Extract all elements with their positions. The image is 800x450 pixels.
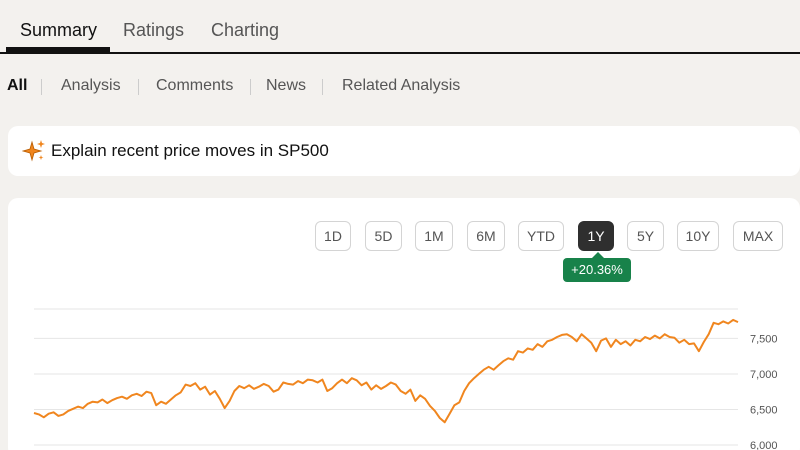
active-tab-indicator (6, 47, 110, 53)
sparkle-icon (22, 140, 45, 162)
range-button-5d[interactable]: 5D (365, 221, 402, 251)
y-tick-label: 7,000 (750, 369, 778, 381)
subnav-divider (41, 79, 42, 95)
price-line-chart[interactable]: 7,500 7,000 6,500 6,000 (0, 290, 800, 450)
price-change-badge: +20.36% (563, 252, 631, 282)
tab-charting[interactable]: Charting (211, 20, 279, 53)
range-button-1d[interactable]: 1D (315, 221, 351, 251)
y-tick-label: 6,500 (750, 404, 778, 416)
range-button-5y[interactable]: 5Y (627, 221, 664, 251)
sub-navigation: All Analysis Comments News Related Analy… (0, 77, 800, 97)
subnav-all[interactable]: All (7, 77, 27, 95)
explain-prompt-text: Explain recent price moves in SP500 (51, 141, 329, 160)
range-button-ytd[interactable]: YTD (518, 221, 564, 251)
subnav-divider (138, 79, 139, 95)
tab-ratings[interactable]: Ratings (123, 20, 184, 53)
range-button-6m[interactable]: 6M (467, 221, 505, 251)
subnav-comments[interactable]: Comments (156, 77, 233, 95)
subnav-divider (322, 79, 323, 95)
y-tick-label: 6,000 (750, 440, 778, 450)
explain-price-moves-card[interactable]: Explain recent price moves in SP500 (8, 126, 800, 176)
subnav-divider (250, 79, 251, 95)
range-button-max[interactable]: MAX (733, 221, 783, 251)
main-tabs: Summary Ratings Charting (0, 0, 800, 54)
y-tick-label: 7,500 (750, 333, 778, 345)
price-series-line (33, 318, 739, 424)
range-button-1m[interactable]: 1M (415, 221, 453, 251)
subnav-news[interactable]: News (266, 77, 306, 95)
subnav-analysis[interactable]: Analysis (61, 77, 121, 95)
range-button-1y[interactable]: 1Y (578, 221, 614, 251)
range-button-10y[interactable]: 10Y (677, 221, 719, 251)
subnav-related-analysis[interactable]: Related Analysis (342, 77, 460, 95)
